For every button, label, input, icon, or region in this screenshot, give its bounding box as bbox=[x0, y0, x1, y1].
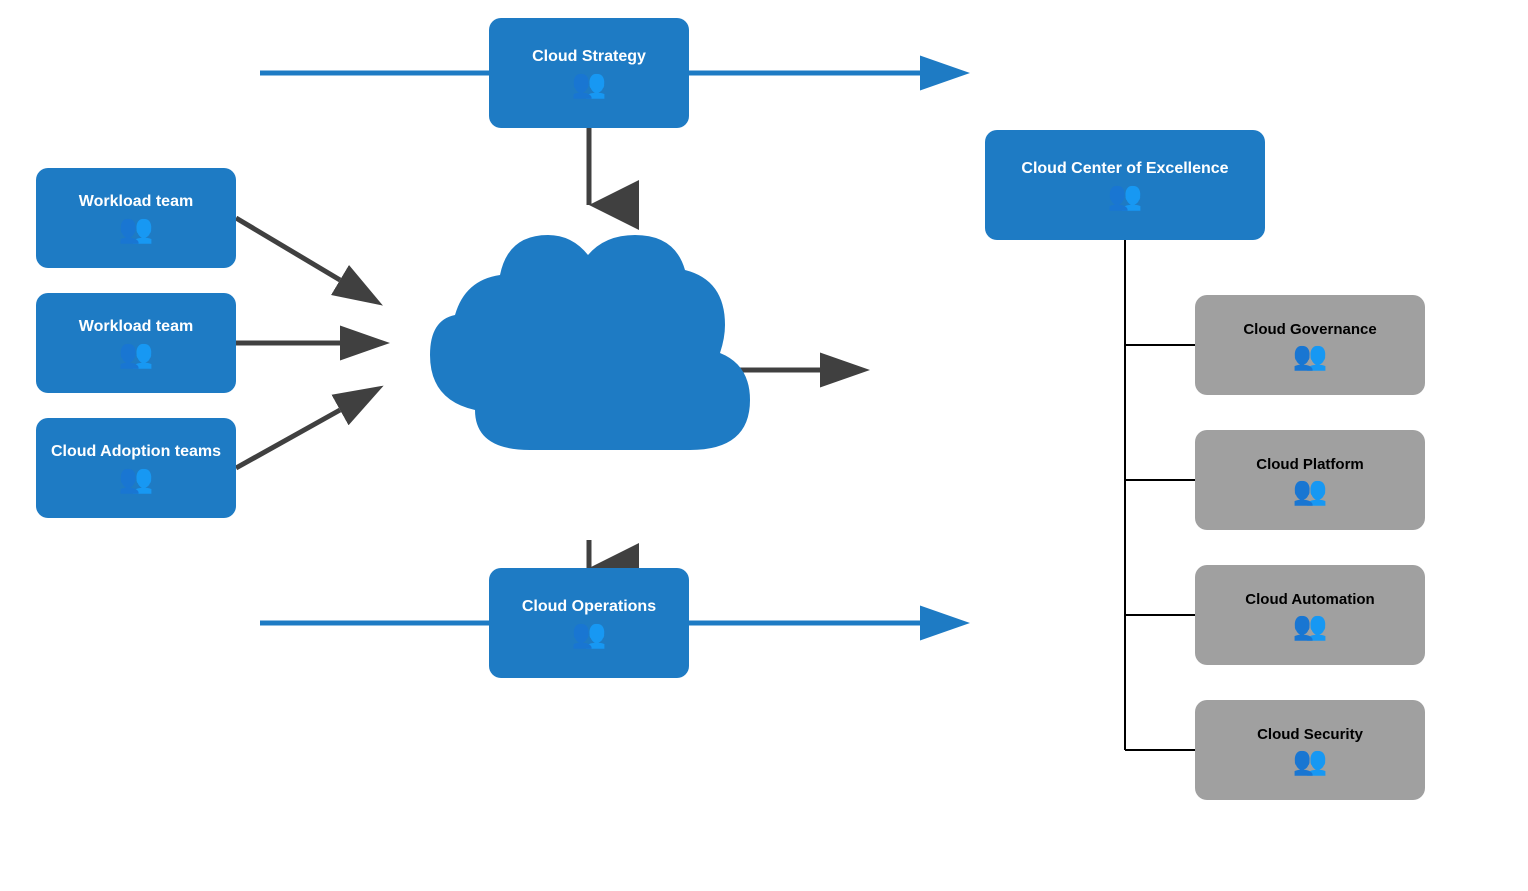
workload-team-1-box: Workload team 👥 bbox=[36, 168, 236, 268]
cloud-security-box: Cloud Security 👥 bbox=[1195, 700, 1425, 800]
cloud-governance-icon: 👥 bbox=[1293, 342, 1328, 370]
cloud-center-label: Cloud Center of Excellence bbox=[1021, 160, 1228, 178]
cloud-adoption-label: Cloud Adoption teams bbox=[51, 443, 221, 461]
cloud-governance-box: Cloud Governance 👥 bbox=[1195, 295, 1425, 395]
workload-team-2-box: Workload team 👥 bbox=[36, 293, 236, 393]
cloud-shape bbox=[400, 190, 780, 510]
cloud-security-label: Cloud Security bbox=[1257, 726, 1363, 743]
cloud-center-icon: 👥 bbox=[1108, 182, 1143, 210]
workload-team-2-label: Workload team bbox=[79, 318, 193, 336]
workload-team-2-icon: 👥 bbox=[119, 340, 154, 368]
cloud-governance-label: Cloud Governance bbox=[1243, 321, 1376, 338]
cloud-automation-box: Cloud Automation 👥 bbox=[1195, 565, 1425, 665]
cloud-strategy-icon: 👥 bbox=[572, 70, 607, 98]
cloud-platform-label: Cloud Platform bbox=[1256, 456, 1364, 473]
cloud-platform-icon: 👥 bbox=[1293, 477, 1328, 505]
cloud-security-icon: 👥 bbox=[1293, 747, 1328, 775]
diagram: Cloud Strategy 👥 Workload team 👥 Workloa… bbox=[0, 0, 1528, 891]
cloud-strategy-box: Cloud Strategy 👥 bbox=[489, 18, 689, 128]
workload-team-1-label: Workload team bbox=[79, 193, 193, 211]
cloud-platform-box: Cloud Platform 👥 bbox=[1195, 430, 1425, 530]
cloud-adoption-icon: 👥 bbox=[119, 465, 154, 493]
workload1-arrow bbox=[236, 218, 340, 280]
cloud-center-box: Cloud Center of Excellence 👥 bbox=[985, 130, 1265, 240]
cloud-automation-icon: 👥 bbox=[1293, 612, 1328, 640]
cloud-strategy-label: Cloud Strategy bbox=[532, 48, 646, 66]
cloud-operations-box: Cloud Operations 👥 bbox=[489, 568, 689, 678]
cloud-operations-label: Cloud Operations bbox=[522, 598, 656, 616]
adoption-arrow bbox=[236, 410, 340, 468]
workload-team-1-icon: 👥 bbox=[119, 215, 154, 243]
cloud-automation-label: Cloud Automation bbox=[1245, 591, 1374, 608]
cloud-adoption-box: Cloud Adoption teams 👥 bbox=[36, 418, 236, 518]
cloud-operations-icon: 👥 bbox=[572, 620, 607, 648]
